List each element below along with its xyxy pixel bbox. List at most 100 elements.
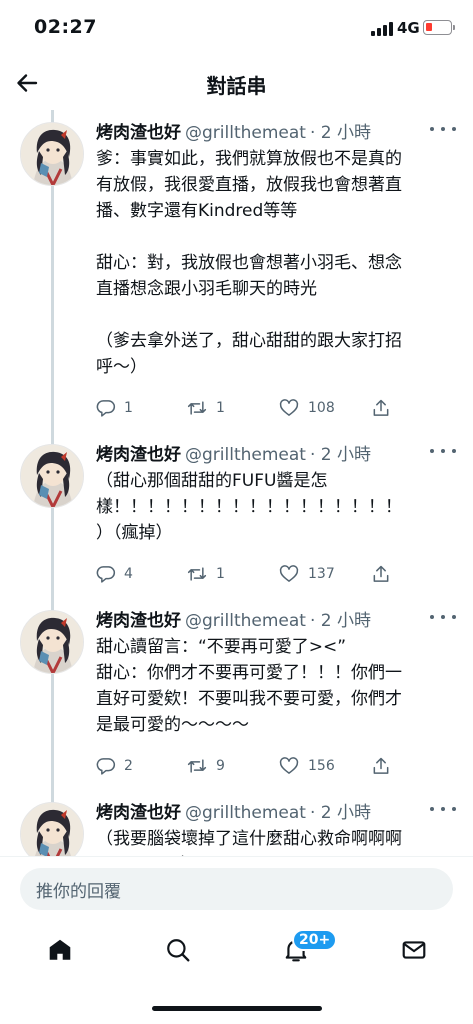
tweet-time: · 2 小時 <box>309 123 371 143</box>
tweet-text-line: 有放假，我很愛直播，放假我也會想著直 <box>96 175 402 195</box>
tweet-header: 烤肉渣也好 @grillthemeat · 2 小時 <box>96 606 456 631</box>
tweet-text: 甜心讀留言：“不要再可愛了><” 甜心：你們才不要再可愛了！！！你們一 直好可愛欸！… <box>96 634 446 738</box>
more-horizontal-icon <box>430 449 434 453</box>
thread-feed[interactable]: 烤肉渣也好 @grillthemeat · 2 小時 爹：事實如此，我們就算放假也不… <box>0 112 473 856</box>
avatar[interactable] <box>20 610 84 674</box>
author-name[interactable]: 烤肉渣也好 <box>96 803 181 823</box>
reply-count: 4 <box>124 566 133 582</box>
tweet-actions: 4 1 137 <box>96 562 396 586</box>
tweet-1[interactable]: 烤肉渣也好 @grillthemeat · 2 小時 爹：事實如此，我們就算放假也不… <box>0 112 473 430</box>
avatar-illustration <box>21 445 83 507</box>
tweet-text-line: 甜心：對，我放假也會想著小羽毛、想念 <box>96 253 402 273</box>
bottom-tab-bar: 20+ <box>0 920 473 982</box>
author-handle[interactable]: @grillthemeat <box>185 445 306 465</box>
tweet-actions: 2 9 156 <box>96 754 396 778</box>
tweet-text-line: ）（瘋掉） <box>96 523 173 543</box>
like-button[interactable]: 108 <box>278 396 335 420</box>
notification-badge: 20+ <box>292 929 338 951</box>
tab-home[interactable] <box>40 932 80 968</box>
tweet-text-line: 呼～） <box>96 357 147 377</box>
reply-count: 2 <box>124 758 133 774</box>
tab-search[interactable] <box>158 932 198 968</box>
reply-icon <box>96 566 116 583</box>
avatar[interactable] <box>20 802 84 856</box>
share-icon <box>373 757 389 774</box>
avatar[interactable] <box>20 444 84 508</box>
signal-strength-icon <box>371 22 393 36</box>
author-name[interactable]: 烤肉渣也好 <box>96 123 181 143</box>
tweet-text-line <box>96 224 446 250</box>
author-handle[interactable]: @grillthemeat <box>185 123 306 143</box>
avatar-illustration <box>21 123 83 185</box>
retweet-button[interactable]: 1 <box>186 396 225 420</box>
home-indicator <box>152 1006 322 1011</box>
reply-input[interactable]: 推你的回覆 <box>20 868 453 910</box>
tweet-4[interactable]: 烤肉渣也好 @grillthemeat · 2 小時 （我要腦袋壞掉了這什麼甜心救命… <box>0 792 473 856</box>
like-count: 108 <box>308 400 335 416</box>
tweet-text-line: （我要腦袋壞掉了這什麼甜心救命啊啊啊 <box>96 829 402 849</box>
heart-icon <box>279 757 299 774</box>
tab-messages[interactable] <box>394 932 434 968</box>
like-button[interactable]: 156 <box>278 754 335 778</box>
tweet-3[interactable]: 烤肉渣也好 @grillthemeat · 2 小時 甜心讀留言：“不要再可愛了><… <box>0 600 473 792</box>
reply-button[interactable]: 4 <box>96 562 133 586</box>
tweet-text-line: 直播想念跟小羽毛聊天的時光 <box>96 279 317 299</box>
tweet-text-line <box>96 302 446 328</box>
tweet-header: 烤肉渣也好 @grillthemeat · 2 小時 <box>96 798 456 823</box>
avatar[interactable] <box>20 122 84 186</box>
more-options-button[interactable] <box>430 798 456 820</box>
retweet-button[interactable]: 1 <box>186 562 225 586</box>
retweet-button[interactable]: 9 <box>186 754 225 778</box>
share-icon <box>373 565 389 582</box>
more-options-button[interactable] <box>430 606 456 628</box>
reply-count: 1 <box>124 400 133 416</box>
author-name[interactable]: 烤肉渣也好 <box>96 611 181 631</box>
tweet-text-line: 直好可愛欸！不要叫我不要可愛，你們才 <box>96 689 402 709</box>
share-button[interactable] <box>371 396 391 420</box>
tweet-actions: 1 1 108 <box>96 396 396 420</box>
tweet-text-line: 是最可愛的～～～～ <box>96 715 249 735</box>
battery-cap <box>453 25 455 30</box>
tweet-header: 烤肉渣也好 @grillthemeat · 2 小時 <box>96 118 456 143</box>
more-horizontal-icon <box>430 807 434 811</box>
tweet-text-line: 樣！！！！！！！！！！！！！！！！！ <box>96 497 402 517</box>
header: 對話串 <box>0 58 473 108</box>
like-count: 137 <box>308 566 335 582</box>
share-button[interactable] <box>371 562 391 586</box>
reply-button[interactable]: 1 <box>96 396 133 420</box>
search-icon <box>167 939 190 962</box>
avatar-illustration <box>21 803 83 856</box>
tweet-text: （我要腦袋壞掉了這什麼甜心救命啊啊啊啊啊啊啊啊） <box>96 826 446 856</box>
tweet-header: 烤肉渣也好 @grillthemeat · 2 小時 <box>96 440 456 465</box>
retweet-count: 1 <box>216 400 225 416</box>
reply-button[interactable]: 2 <box>96 754 133 778</box>
more-options-button[interactable] <box>430 440 456 462</box>
tweet-text-line: （爹去拿外送了，甜心甜甜的跟大家打招 <box>96 331 402 351</box>
tweet-time: · 2 小時 <box>309 445 371 465</box>
status-time: 02:27 <box>34 16 97 38</box>
author-handle[interactable]: @grillthemeat <box>185 803 306 823</box>
like-count: 156 <box>308 758 335 774</box>
tweet-2[interactable]: 烤肉渣也好 @grillthemeat · 2 小時 （甜心那個甜甜的FUFU醬是怎… <box>0 434 473 594</box>
page-title: 對話串 <box>206 74 267 98</box>
tweet-time: · 2 小時 <box>309 611 371 631</box>
battery-icon <box>423 20 452 35</box>
heart-icon <box>279 399 299 416</box>
tweet-text-line: 爹：事實如此，我們就算放假也不是真的 <box>96 149 402 169</box>
tweet-text-line: 甜心：你們才不要再可愛了！！！你們一 <box>96 663 402 683</box>
heart-icon <box>279 565 299 582</box>
retweet-icon <box>187 401 207 415</box>
home-icon <box>49 939 71 960</box>
reply-icon <box>96 758 116 775</box>
reply-bar: 推你的回覆 <box>0 856 473 920</box>
share-button[interactable] <box>371 754 391 778</box>
author-handle[interactable]: @grillthemeat <box>185 611 306 631</box>
like-button[interactable]: 137 <box>278 562 335 586</box>
retweet-icon <box>187 567 207 581</box>
more-options-button[interactable] <box>430 118 456 140</box>
author-name[interactable]: 烤肉渣也好 <box>96 445 181 465</box>
more-horizontal-icon <box>430 127 434 131</box>
tweet-time: · 2 小時 <box>309 803 371 823</box>
reply-icon <box>96 400 116 417</box>
more-horizontal-icon <box>430 615 434 619</box>
